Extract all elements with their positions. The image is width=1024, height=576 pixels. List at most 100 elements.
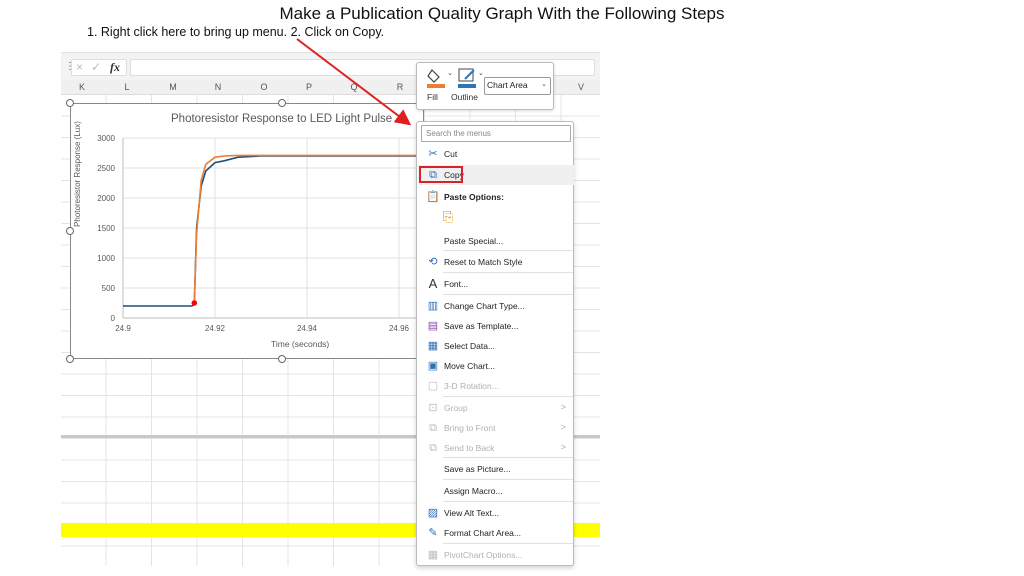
menu-item-send-to-back: ⧉ Send to Back > <box>418 438 574 458</box>
paste-icon: 📋 <box>426 191 440 203</box>
y-tick-label: 1000 <box>97 254 115 263</box>
column-header[interactable]: N <box>208 82 228 92</box>
menu-item-assign-macro[interactable]: Assign Macro... <box>418 481 574 501</box>
menu-item-3-d-rotation: ▢ 3-D Rotation... <box>418 376 574 396</box>
mini-toolbar: ⌄ ⌄ Fill Outline Chart Area ⌄ <box>416 62 554 110</box>
series-line-measured <box>123 155 425 307</box>
paste-keep-formatting-icon[interactable]: ⎘ <box>443 209 459 227</box>
column-header[interactable]: O <box>254 82 274 92</box>
y-tick-label: 2000 <box>97 194 115 203</box>
menu-separator <box>443 501 573 502</box>
menu-item-label: Reset to Match Style <box>444 257 523 267</box>
y-tick-label: 0 <box>111 314 116 323</box>
column-header[interactable]: M <box>163 82 183 92</box>
menu-item-paste-special[interactable]: Paste Special... <box>418 231 574 251</box>
menu-item-format-chart-area[interactable]: ✎ Format Chart Area... <box>418 523 574 543</box>
menu-item-change-chart-type[interactable]: ▥ Change Chart Type... <box>418 296 574 316</box>
menu-separator <box>443 457 573 458</box>
fill-dropdown-icon[interactable]: ⌄ <box>447 69 453 77</box>
select-data-icon: ▦ <box>427 340 439 352</box>
chevron-right-icon: > <box>560 422 566 432</box>
column-header[interactable]: Q <box>344 82 364 92</box>
menu-item-label: Paste Options: <box>444 192 504 202</box>
menu-item-label: PivotChart Options... <box>444 550 523 560</box>
rotation-icon: ▢ <box>427 380 439 392</box>
column-header[interactable]: R <box>390 82 410 92</box>
x-tick-label: 24.94 <box>297 324 318 333</box>
menu-item-reset-to-match-style[interactable]: ⟲ Reset to Match Style <box>418 252 574 272</box>
group-icon: ⊡ <box>428 402 438 414</box>
menu-item-paste-options[interactable]: 📋 Paste Options: <box>418 187 574 207</box>
chevron-right-icon: > <box>560 442 566 452</box>
alt-text-icon: ▨ <box>427 507 439 519</box>
outline-icon[interactable] <box>457 67 479 89</box>
resize-handle[interactable] <box>278 99 286 107</box>
menu-item-bring-to-front: ⧉ Bring to Front > <box>418 418 574 438</box>
menu-search-input[interactable]: Search the menus <box>421 125 571 142</box>
menu-item-label: Save as Template... <box>444 321 519 331</box>
move-chart-icon: ▣ <box>427 360 439 372</box>
y-tick-label: 500 <box>102 284 116 293</box>
resize-handle[interactable] <box>66 99 74 107</box>
context-menu: Search the menus ✂ Cut ⧉ Copy 📋 Paste Options… <box>416 121 574 566</box>
menu-item-label: Send to Back <box>444 443 495 453</box>
chevron-right-icon: > <box>560 402 566 412</box>
chart-type-icon: ▥ <box>427 300 439 312</box>
slide-title: Make a Publication Quality Graph With th… <box>279 4 725 23</box>
data-marker <box>191 300 198 306</box>
menu-item-label: Change Chart Type... <box>444 301 525 311</box>
x-tick-label: 24.92 <box>205 324 226 333</box>
menu-item-label: Save as Picture... <box>444 464 511 474</box>
resize-handle[interactable] <box>278 355 286 363</box>
y-tick-label: 3000 <box>97 134 115 143</box>
menu-item-label: Paste Special... <box>444 236 504 246</box>
instructions: 1. Right click here to bring up menu. 2.… <box>87 25 385 39</box>
formula-controls: × ✓ fx <box>71 59 127 76</box>
menu-item-cut[interactable]: ✂ Cut <box>418 144 574 164</box>
template-icon: ▤ <box>427 320 439 332</box>
enter-icon[interactable]: ✓ <box>91 60 101 74</box>
plot-area[interactable]: 0 500 1000 1500 2000 2500 3000 24.9 24.92 24.94 24… <box>71 104 425 360</box>
menu-separator <box>443 543 573 544</box>
menu-item-save-as-picture[interactable]: Save as Picture... <box>418 459 574 479</box>
outline-dropdown-icon[interactable]: ⌄ <box>478 69 484 77</box>
column-header[interactable]: V <box>571 82 591 92</box>
menu-item-font[interactable]: A Font... <box>418 274 574 294</box>
menu-item-label: Move Chart... <box>444 361 496 371</box>
cancel-icon[interactable]: × <box>76 60 83 74</box>
menu-item-label: Cut <box>444 149 458 159</box>
chart-element-value: Chart Area <box>487 80 528 90</box>
reset-style-icon: ⟲ <box>428 256 438 268</box>
menu-item-label: Font... <box>444 279 469 289</box>
pivot-icon: ▦ <box>427 549 439 561</box>
chart-element-select[interactable]: Chart Area ⌄ <box>484 77 551 95</box>
fx-icon[interactable]: fx <box>110 60 120 75</box>
menu-item-label: 3-D Rotation... <box>444 381 499 391</box>
menu-item-move-chart[interactable]: ▣ Move Chart... <box>418 356 574 376</box>
menu-item-select-data[interactable]: ▦ Select Data... <box>418 336 574 356</box>
column-header[interactable]: L <box>117 82 137 92</box>
menu-item-label: Group <box>444 403 468 413</box>
resize-handle[interactable] <box>66 227 74 235</box>
bring-front-icon: ⧉ <box>429 422 437 434</box>
menu-separator <box>443 479 573 480</box>
menu-separator <box>443 272 573 273</box>
menu-item-label: Select Data... <box>444 341 496 351</box>
column-header[interactable]: K <box>72 82 92 92</box>
fill-icon[interactable] <box>426 67 448 89</box>
column-header[interactable]: P <box>299 82 319 92</box>
x-tick-label: 24.9 <box>115 324 131 333</box>
resize-handle[interactable] <box>66 355 74 363</box>
scissors-icon: ✂ <box>428 148 438 160</box>
chart-area[interactable]: Photoresistor Response to LED Light Puls… <box>70 103 425 360</box>
y-tick-label: 2500 <box>97 164 115 173</box>
copy-highlight-box <box>419 166 463 183</box>
series-line-rise-fit <box>193 154 425 304</box>
menu-item-save-as-template[interactable]: ▤ Save as Template... <box>418 316 574 336</box>
outline-label: Outline <box>451 92 478 102</box>
menu-item-view-alt-text[interactable]: ▨ View Alt Text... <box>418 503 574 523</box>
chevron-down-icon: ⌄ <box>541 81 547 88</box>
fill-label: Fill <box>427 92 438 102</box>
menu-separator <box>443 396 573 397</box>
menu-item-label: Assign Macro... <box>444 486 503 496</box>
